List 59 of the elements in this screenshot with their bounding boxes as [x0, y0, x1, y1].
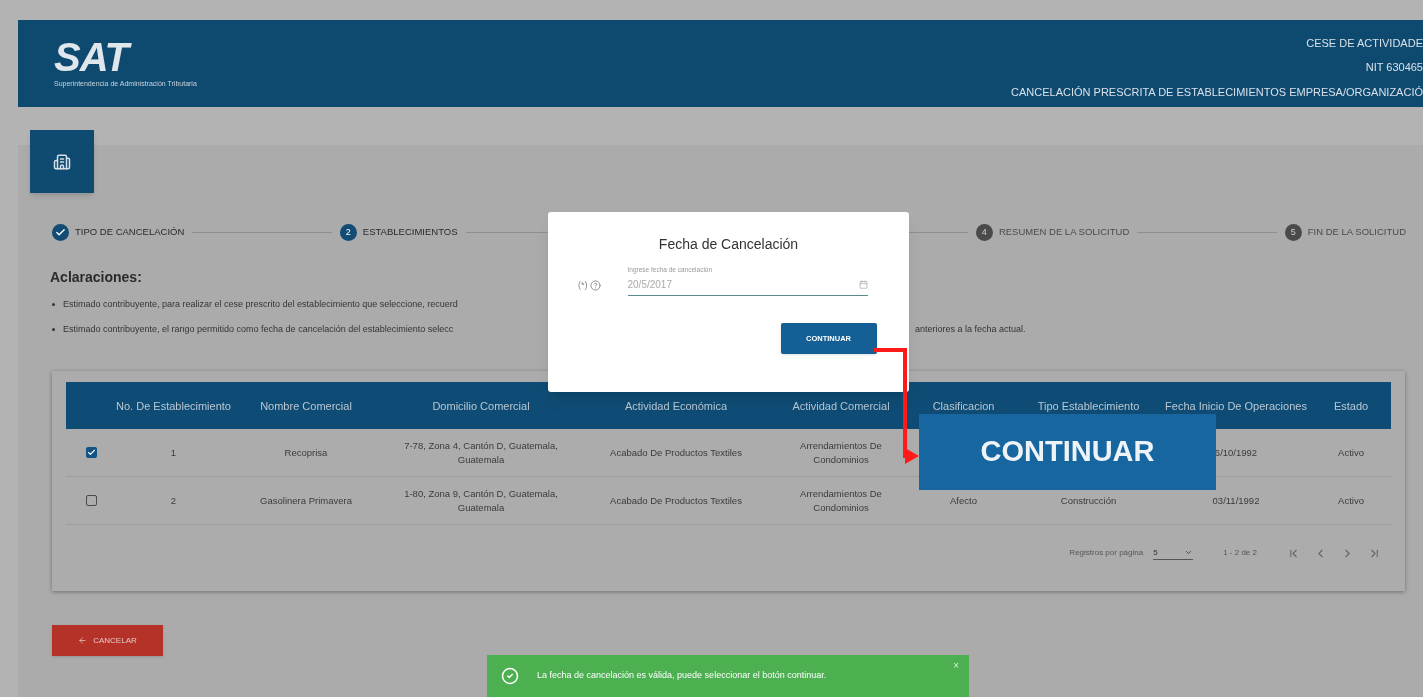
table-cell: Construcción	[1060, 493, 1117, 508]
note-text: Estimado contribuyente, para realizar el cese prescrito del establecimiento que seleccione, recuerd	[63, 298, 459, 311]
table-cell: 03/11/1992	[1212, 493, 1260, 508]
row-checkbox[interactable]	[85, 495, 97, 506]
table-cell: Afecto	[950, 493, 977, 508]
column-header: Tipo Establecimiento	[1037, 398, 1140, 413]
note-text: Estimado contribuyente, el rango permitido como fecha de cancelación del establecimiento selecc	[63, 322, 455, 336]
step-label: TIPO DE CANCELACIÓN	[75, 225, 185, 240]
building-icon	[53, 152, 71, 171]
column-header: Fecha Inicio De Operaciones	[1165, 398, 1307, 413]
table-cell-text: 7-78, Zona 4, Cantón D, Guatemala, Guatemala	[403, 438, 559, 467]
column-header: Domicilio Comercial	[432, 398, 530, 413]
column-header: No. De Establecimiento	[116, 398, 231, 413]
caret-icon	[1184, 548, 1194, 557]
table-cell: 1	[170, 445, 177, 460]
row-checkbox[interactable]	[85, 447, 97, 458]
column-header: Clasificacion	[932, 398, 995, 413]
table-cell: Acabado De Productos Textiles	[610, 493, 742, 508]
bullet-icon	[52, 303, 55, 307]
table-cell-text: Arrendamientos De Condominios	[799, 438, 883, 467]
step-label: RESUMEN DE LA SOLICITUD	[998, 225, 1130, 240]
table-cell: 2	[170, 493, 177, 508]
page-range: 1 - 2 de 2	[1223, 547, 1257, 559]
column-header: Estado	[1333, 398, 1369, 413]
table-cell: Activo	[1338, 493, 1364, 508]
table-cell: Acabado De Productos Textiles	[610, 445, 742, 460]
header-text: NIT 630465	[1365, 60, 1423, 76]
table-cell-text: 1-80, Zona 9, Cantón D, Guatemala, Guatemala	[403, 486, 559, 515]
table-cell: 6/10/1992	[1214, 445, 1258, 460]
notes-title: Aclaraciones:	[50, 268, 142, 287]
toast-message: La fecha de cancelación es válida, puede seleccionar el botón continuar.	[537, 669, 827, 683]
column-header: Nombre Comercial	[260, 398, 352, 413]
header-text: CANCELACIÓN PRESCRITA DE ESTABLECIMIENTOS EMPRESA/ORGANIZACIÓ	[1011, 84, 1423, 100]
step-number: 5	[1284, 224, 1302, 241]
building-tile[interactable]	[30, 130, 94, 193]
table-cell: Gasolinera Primavera	[260, 493, 352, 508]
back-arrow-icon	[78, 636, 88, 645]
page-size-label: Registros por página	[1069, 547, 1144, 559]
bullet-icon	[52, 327, 55, 331]
page-size-select[interactable]: 5	[1153, 546, 1194, 560]
help-icon	[589, 280, 601, 292]
note-text: anteriores a la fecha actual.	[915, 322, 1026, 336]
step-label: ESTABLECIMIENTOS	[362, 225, 458, 240]
required-mark: (*)	[578, 279, 588, 292]
cancel-button[interactable]: CANCELAR	[52, 625, 163, 656]
callout-label: CONTINUAR	[919, 414, 1216, 490]
close-button[interactable]: ×	[953, 658, 959, 673]
step-number: 4	[975, 224, 993, 241]
check-circle-icon	[501, 667, 519, 685]
table-cell: Activo	[1338, 445, 1364, 460]
column-header: Actividad Económica	[624, 398, 728, 413]
calendar-icon	[858, 279, 868, 289]
table-cell: Recoprisa	[284, 445, 328, 460]
column-header: Actividad Comercial	[792, 398, 890, 413]
header-text: CESE DE ACTIVIDADE	[1306, 35, 1423, 51]
dialog-title: Fecha de Cancelación	[658, 235, 799, 254]
step-label: FIN DE LA SOLICITUD	[1307, 225, 1406, 240]
table-cell-text: Arrendamientos De Condominios	[799, 486, 883, 515]
step-number: 2	[339, 224, 357, 241]
